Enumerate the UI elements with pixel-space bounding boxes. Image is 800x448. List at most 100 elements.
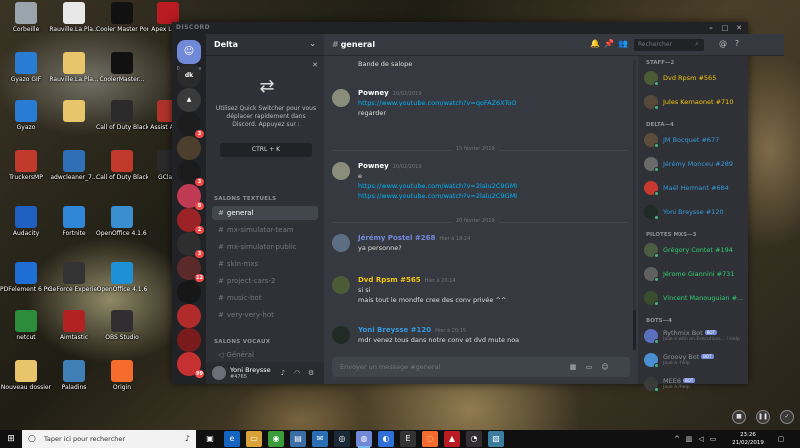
member-item[interactable]: Jules Kernaonet #710 [644, 94, 744, 110]
store-icon[interactable]: ▤ [290, 431, 306, 447]
server-icon[interactable] [177, 136, 201, 160]
message-author[interactable]: Yoni Breysse #120 Hier à 20:15 [358, 326, 466, 334]
channel-music-bot[interactable]: # music-bot [212, 291, 318, 305]
notifications-icon[interactable]: ▢ [776, 433, 786, 445]
channel-mx-simulator-team[interactable]: # mx-simulator-team [212, 223, 318, 237]
member-item[interactable]: Jérome Giannini #731 [644, 266, 744, 282]
server-icon[interactable] [177, 280, 201, 304]
desktop-icon[interactable]: netcut [0, 310, 52, 341]
desktop-icon[interactable]: Corbeille [0, 2, 52, 33]
desktop-icon[interactable]: Paladins [48, 360, 100, 391]
explorer-icon[interactable]: ▭ [246, 431, 262, 447]
desktop-icon[interactable]: GeForce Experience [48, 262, 100, 293]
text-channels-category[interactable]: SALONS TEXTUELS [214, 196, 276, 202]
epic-icon[interactable]: E [400, 431, 416, 447]
previous-icon[interactable]: ■ [732, 410, 746, 424]
member-item[interactable]: Yoni Breysse #120 [644, 204, 744, 220]
edge-icon[interactable]: e [224, 431, 240, 447]
desktop-icon[interactable] [48, 100, 100, 124]
channel-very-very-hot[interactable]: # very-very-hot [212, 308, 318, 322]
message-link[interactable]: https://www.youtube.com/watch?v=2lalu2C9… [358, 182, 517, 190]
desktop-icon[interactable]: Rauville.La.Pla... [48, 52, 100, 83]
steam-icon[interactable]: ◎ [334, 431, 350, 447]
member-item[interactable]: Rythmix Bot BOT Joue à with an Executions.… [644, 328, 744, 344]
avatar[interactable] [332, 276, 350, 294]
pin-icon[interactable]: 📌 [604, 39, 614, 49]
server-icon[interactable]: 8 [177, 184, 204, 210]
voice-channel[interactable]: ◁ Général [212, 348, 318, 362]
avatar[interactable] [332, 162, 350, 180]
home-button[interactable]: ☺ [177, 40, 201, 64]
channel-general[interactable]: # general [212, 206, 318, 220]
member-item[interactable]: Vincent Manouguian #... [644, 290, 744, 306]
server-icon[interactable]: 3 [177, 160, 204, 186]
origin-icon[interactable]: ◌ [422, 431, 438, 447]
desktop-icon[interactable]: TruckersMP [0, 150, 52, 181]
system-clock[interactable]: 23:26 21/02/2019 [726, 431, 770, 447]
photo-icon[interactable]: ▧ [488, 431, 504, 447]
server-icon[interactable]: dk [177, 64, 201, 88]
mail-icon[interactable]: ✉ [312, 431, 328, 447]
close-button[interactable]: ✕ [734, 23, 744, 33]
server-icon[interactable]: 3 [177, 112, 204, 138]
discord-window[interactable]: DISCORD – □ ✕ ☺0 en lignedk▲338231299 De… [172, 22, 784, 392]
search-icon[interactable]: ⌕ [692, 39, 702, 49]
desktop-icon[interactable]: OpenOffice 4.1.6 [96, 262, 148, 293]
avatar[interactable] [332, 89, 350, 107]
member-item[interactable]: Dvd Rpsm #565 [644, 70, 744, 86]
avatar[interactable] [332, 326, 350, 344]
network-icon[interactable]: ▥ [684, 433, 694, 445]
taskbar-search-input[interactable]: ○ Taper ici pour rechercher ♪ [22, 430, 196, 448]
pause-icon[interactable]: ❚❚ [756, 410, 770, 424]
mentions-icon[interactable]: @ [718, 39, 728, 49]
desktop-icon[interactable]: Audacity [0, 206, 52, 237]
avatar[interactable] [332, 234, 350, 252]
battery-icon[interactable]: ▭ [708, 433, 718, 445]
headphones-icon[interactable]: ◠ [292, 368, 302, 378]
minimize-button[interactable]: – [706, 23, 716, 33]
gear-icon[interactable]: ⚙ [306, 368, 316, 378]
desktop-icon[interactable]: Nouveau dossier [0, 360, 52, 391]
server-header[interactable]: Delta ⌄ [206, 34, 324, 56]
desktop-icon[interactable]: Origin [96, 360, 148, 391]
member-item[interactable]: Grégory Contet #194 [644, 242, 744, 258]
desktop-icon[interactable]: Call of Duty Black Ops... [96, 150, 148, 181]
microphone-icon[interactable]: ♪ [278, 368, 288, 378]
member-item[interactable]: Groovy Bot BOT Joue à -help [644, 352, 744, 368]
member-list-icon[interactable]: 👥 [618, 39, 628, 49]
uplay-icon[interactable]: ◐ [378, 431, 394, 447]
member-item[interactable]: Maël Hermant #684 [644, 180, 744, 196]
message-link[interactable]: https://www.youtube.com/watch?v=2lalu2C9… [358, 192, 517, 200]
check-icon[interactable]: ✓ [780, 410, 794, 424]
avatar[interactable] [212, 366, 226, 380]
server-icon[interactable] [177, 304, 201, 328]
message-link[interactable]: https://www.youtube.com/watch?v=qoFAZ6XT… [358, 99, 516, 107]
title-bar[interactable]: DISCORD – □ ✕ [172, 22, 748, 34]
chat-scrollbar[interactable] [633, 60, 636, 350]
volume-icon[interactable]: ◁ [696, 433, 706, 445]
obs-icon[interactable]: ◔ [466, 431, 482, 447]
desktop-icon[interactable]: OpenOffice 4.1.6 (fr) Installatio... [96, 206, 148, 237]
gif-icon[interactable]: ▭ [584, 362, 594, 372]
chevron-up-icon[interactable]: ^ [672, 433, 682, 445]
discord-icon[interactable]: ◍ [356, 431, 372, 448]
channel-project-cars-2[interactable]: # project-cars-2 [212, 274, 318, 288]
app-icon[interactable]: ▲ [444, 431, 460, 447]
chrome-icon[interactable]: ◉ [268, 431, 284, 447]
desktop-icon[interactable]: CoolerMaster... [96, 52, 148, 83]
member-item[interactable]: JM Bocquet #677 [644, 132, 744, 148]
member-item[interactable]: Jérémy Monceu #289 [644, 156, 744, 172]
scrollbar-thumb[interactable] [633, 310, 636, 350]
message-author[interactable]: Powney 20/02/2019 [358, 162, 422, 170]
message-author[interactable]: Jérémy Postel #268 Hier à 18:24 [358, 234, 470, 242]
chevron-down-icon[interactable]: ⌄ [309, 39, 316, 48]
desktop-icon[interactable]: adwcleaner_7... [48, 150, 100, 181]
channel-skin-mxs[interactable]: # skin-mxs [212, 257, 318, 271]
close-icon[interactable]: ✕ [312, 61, 318, 69]
task-view-icon[interactable]: ▣ [202, 431, 218, 447]
desktop-icon[interactable]: Call of Duty Black Ops... [96, 100, 148, 131]
voice-channels-category[interactable]: SALONS VOCAUX [214, 339, 270, 345]
maximize-button[interactable]: □ [720, 23, 730, 33]
desktop-icon[interactable]: OBS Studio [96, 310, 148, 341]
desktop-icon[interactable]: Fortnite [48, 206, 100, 237]
